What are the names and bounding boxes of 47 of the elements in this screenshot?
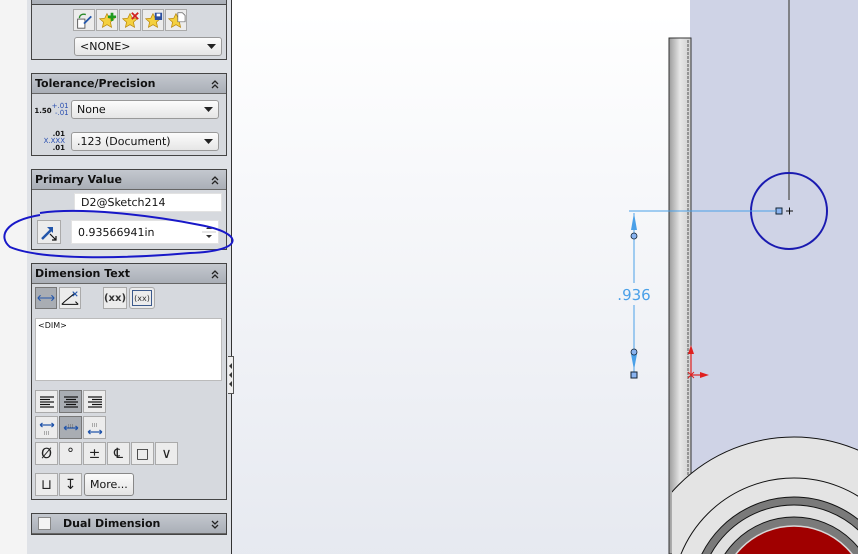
more-button[interactable]: More... bbox=[84, 473, 134, 496]
symbol-button[interactable]: □ bbox=[131, 442, 154, 465]
favorite-dropdown[interactable]: <NONE> bbox=[74, 37, 222, 56]
symbol-button[interactable]: Ø bbox=[35, 442, 58, 465]
dimension-value-field[interactable]: 0.93566941in bbox=[71, 220, 219, 244]
precision-dropdown[interactable]: .123 (Document) bbox=[71, 132, 219, 151]
dropdown-arrow-icon bbox=[204, 139, 213, 144]
justify-button[interactable] bbox=[35, 390, 58, 413]
section-header[interactable]: Primary Value bbox=[32, 170, 226, 190]
collapse-chevron-icon bbox=[210, 268, 220, 280]
star-delete-icon bbox=[120, 10, 140, 30]
panel-splitter-handle[interactable] bbox=[228, 356, 234, 394]
parentheses-button[interactable]: (xx) bbox=[129, 287, 155, 309]
justify-button[interactable] bbox=[59, 390, 82, 413]
toolbar-button[interactable] bbox=[118, 9, 140, 31]
dropdown-arrow-icon bbox=[204, 107, 213, 112]
section-header[interactable]: Dual Dimension bbox=[32, 514, 226, 534]
star-save-icon bbox=[142, 10, 162, 30]
dimension-placement-button[interactable] bbox=[59, 287, 81, 309]
dimension-name-field[interactable]: D2@Sketch214 bbox=[74, 193, 222, 212]
symbol-button[interactable]: ∨ bbox=[155, 442, 178, 465]
expand-chevron-icon bbox=[210, 518, 220, 530]
circle-center-point bbox=[776, 207, 794, 215]
star-plus-icon bbox=[96, 10, 116, 30]
reverse-direction-button[interactable] bbox=[37, 220, 61, 244]
collapse-chevron-icon bbox=[210, 78, 220, 90]
text-position-button[interactable] bbox=[83, 416, 106, 439]
star-document-icon bbox=[166, 10, 186, 30]
symbol-button[interactable]: ⊔ bbox=[35, 473, 58, 496]
dimension-text-field[interactable]: <DIM> bbox=[35, 318, 222, 381]
coordinate-triad-icon bbox=[688, 345, 709, 378]
justify-button[interactable] bbox=[83, 390, 106, 413]
parentheses-button[interactable]: (xx) bbox=[103, 287, 127, 309]
tolerance-dropdown[interactable]: None bbox=[71, 100, 219, 119]
toolbar-button[interactable] bbox=[164, 9, 186, 31]
dropdown-arrow-icon bbox=[207, 44, 216, 49]
text-position-button[interactable] bbox=[35, 416, 58, 439]
dual-dimension-checkbox[interactable] bbox=[38, 517, 51, 530]
section-header[interactable]: Dimension Text bbox=[32, 264, 226, 284]
symbol-button[interactable]: ℄ bbox=[107, 442, 130, 465]
collapse-chevron-icon bbox=[210, 174, 220, 186]
symbol-button[interactable]: ° bbox=[59, 442, 82, 465]
toolbar-button[interactable] bbox=[96, 9, 118, 31]
toolbar-button[interactable] bbox=[142, 9, 164, 31]
section-header[interactable]: Tolerance/Precision bbox=[32, 74, 226, 94]
symbol-button[interactable]: ± bbox=[83, 442, 106, 465]
symbol-button[interactable]: ↧ bbox=[59, 473, 82, 496]
